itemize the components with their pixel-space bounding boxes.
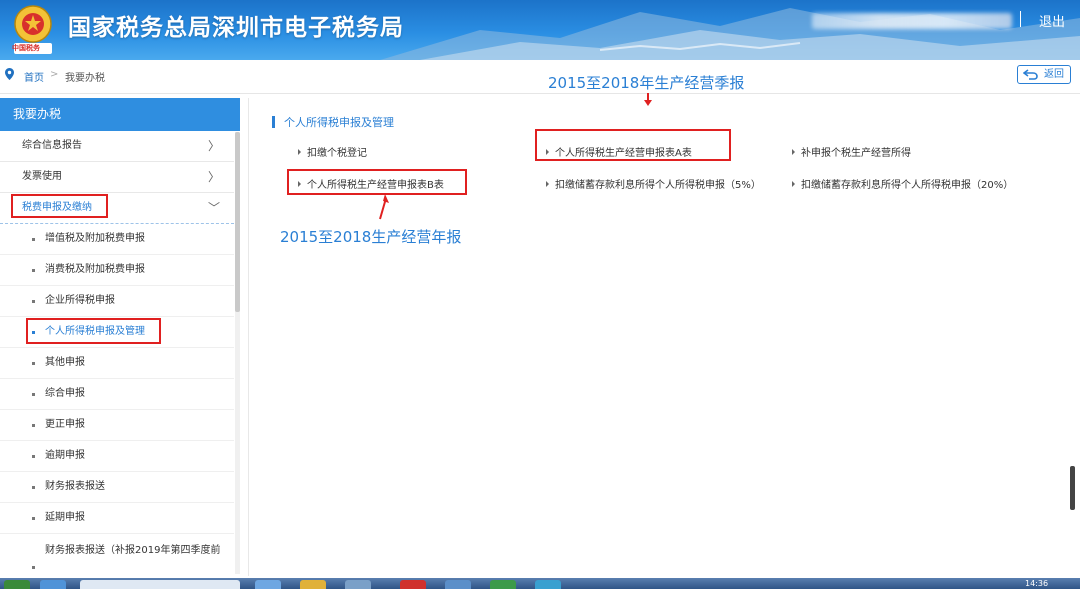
link-business-form-b[interactable]: 个人所得税生产经营申报表B表: [298, 176, 444, 191]
subnav-item-individual-income-tax[interactable]: 个人所得税申报及管理: [0, 317, 234, 348]
triangle-right-icon: [298, 149, 301, 155]
subnav-item-label: 财务报表报送: [45, 481, 105, 492]
subnav-item-consumption-tax[interactable]: 消费税及附加税费申报: [0, 255, 234, 286]
bullet-icon: [32, 517, 35, 520]
chevron-right-icon: 〉: [207, 170, 220, 184]
back-button[interactable]: 返回: [1017, 65, 1071, 84]
link-label: 扣缴储蓄存款利息所得个人所得税申报（20%）: [801, 180, 1014, 191]
sidebar-item-label: 税费申报及缴纳: [22, 202, 92, 213]
section-accent-bar: [272, 116, 275, 128]
subnav-item-label: 延期申报: [45, 512, 85, 523]
link-withholding-registration[interactable]: 扣缴个税登记: [298, 144, 367, 159]
chat-icon[interactable]: [535, 580, 561, 589]
blurred-username: [812, 13, 1012, 29]
subnav-item-corporate-tax[interactable]: 企业所得税申报: [0, 286, 234, 317]
bullet-icon: [32, 393, 35, 396]
site-title: 国家税务总局深圳市电子税务局: [68, 15, 404, 41]
subnav-item-overdue-filing[interactable]: 逾期申报: [0, 441, 234, 472]
location-pin-icon: [5, 68, 14, 80]
triangle-right-icon: [792, 149, 795, 155]
mail-icon[interactable]: [445, 580, 471, 589]
link-label: 补申报个税生产经营所得: [801, 148, 911, 159]
breadcrumb-home-link[interactable]: 首页: [24, 69, 44, 84]
sidebar-title: 我要办税: [0, 98, 240, 131]
bullet-icon: [32, 300, 35, 303]
subnav-item-label: 逾期申报: [45, 450, 85, 461]
subnav-item-label: 消费税及附加税费申报: [45, 264, 145, 275]
sidebar-scrollbar[interactable]: [235, 132, 240, 574]
bullet-icon: [32, 455, 35, 458]
bullet-icon: [32, 486, 35, 489]
link-label: 扣缴个税登记: [307, 148, 367, 159]
bullet-icon: [32, 238, 35, 241]
subnav-item-financial-statements[interactable]: 财务报表报送: [0, 472, 234, 503]
sidebar-item-invoice[interactable]: 发票使用 〉: [0, 162, 234, 193]
back-button-label: 返回: [1044, 69, 1064, 80]
chevron-down-icon: ﹀: [207, 201, 220, 215]
triangle-right-icon: [792, 181, 795, 187]
subnav-item-label: 企业所得税申报: [45, 295, 115, 306]
subnav-item-other-filing[interactable]: 其他申报: [0, 348, 234, 379]
link-label: 扣缴储蓄存款利息所得个人所得税申报（5%）: [555, 180, 761, 191]
header-separator: [1020, 11, 1021, 27]
sidebar-item-label: 发票使用: [22, 171, 62, 182]
breadcrumb-separator: >: [50, 69, 59, 80]
bullet-icon: [32, 424, 35, 427]
explorer-icon[interactable]: [255, 580, 281, 589]
spreadsheet-icon[interactable]: [490, 580, 516, 589]
top-header: 中国税务 国家税务总局深圳市电子税务局 退出: [0, 0, 1080, 60]
link-label: 个人所得税生产经营申报表A表: [555, 148, 692, 159]
subnav-item-correction-filing[interactable]: 更正申报: [0, 410, 234, 441]
link-label: 个人所得税生产经营申报表B表: [307, 180, 444, 191]
start-button-icon[interactable]: [4, 580, 30, 589]
bullet-icon: [32, 566, 35, 569]
subnav-item-vat[interactable]: 增值税及附加税费申报: [0, 224, 234, 255]
taskbar-clock: 14:36: [1025, 579, 1049, 588]
logout-link[interactable]: 退出: [1039, 11, 1065, 30]
bullet-icon: [32, 269, 35, 272]
triangle-right-icon: [298, 181, 301, 187]
media-icon[interactable]: [400, 580, 426, 589]
subnav-item-comprehensive-filing[interactable]: 综合申报: [0, 379, 234, 410]
browser-icon[interactable]: [40, 580, 66, 589]
taskbar-window-button[interactable]: [80, 580, 240, 589]
link-savings-interest-5[interactable]: 扣缴储蓄存款利息所得个人所得税申报（5%）: [546, 176, 761, 191]
link-savings-interest-20[interactable]: 扣缴储蓄存款利息所得个人所得税申报（20%）: [792, 176, 1013, 191]
triangle-right-icon: [546, 149, 549, 155]
sidebar-scrollbar-thumb[interactable]: [235, 132, 240, 312]
sidebar-item-tax-filing[interactable]: 税费申报及缴纳 ﹀: [0, 193, 234, 224]
return-arrow-icon: [1023, 69, 1038, 80]
subnav-item-label: 财务报表报送（补报2019年第四季度前: [45, 545, 221, 556]
subnav-item-financial-statements-backfill[interactable]: 财务报表报送（补报2019年第四季度前: [0, 534, 234, 578]
bullet-icon: [32, 362, 35, 365]
subnav-item-label: 其他申报: [45, 357, 85, 368]
emblem-caption: 中国税务: [12, 44, 40, 52]
triangle-right-icon: [546, 181, 549, 187]
subnav-item-label: 增值税及附加税费申报: [45, 233, 145, 244]
page-scrollbar-thumb[interactable]: [1070, 466, 1075, 510]
subnav-item-label: 综合申报: [45, 388, 85, 399]
app-icon[interactable]: [345, 580, 371, 589]
subnav-item-deferred-filing[interactable]: 延期申报: [0, 503, 234, 534]
section-title: 个人所得税申报及管理: [284, 116, 394, 129]
breadcrumb-bar: [0, 60, 1080, 94]
quarterly-report-annotation: 2015至2018年生产经营季报: [548, 74, 745, 92]
bullet-icon: [32, 331, 35, 334]
subnav-item-label: 个人所得税申报及管理: [45, 326, 145, 337]
folder-icon[interactable]: [300, 580, 326, 589]
main-content: [248, 98, 1072, 576]
sidebar-item-info-report[interactable]: 综合信息报告 〉: [0, 131, 234, 162]
breadcrumb-current: 我要办税: [65, 73, 105, 84]
chevron-right-icon: 〉: [207, 139, 220, 153]
link-business-form-a[interactable]: 个人所得税生产经营申报表A表: [546, 144, 692, 159]
sidebar-item-label: 综合信息报告: [22, 140, 82, 151]
link-supplementary-business-income[interactable]: 补申报个税生产经营所得: [792, 144, 911, 159]
subnav-item-label: 更正申报: [45, 419, 85, 430]
